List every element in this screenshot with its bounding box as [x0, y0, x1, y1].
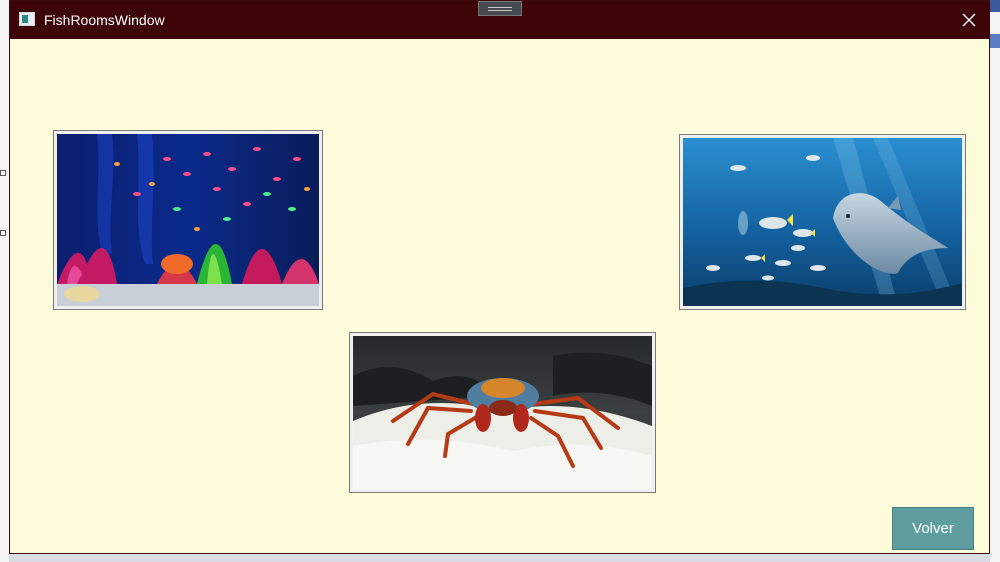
background-window-edge — [990, 34, 1000, 48]
window-app-icon — [19, 12, 35, 26]
room-ocean-image[interactable] — [679, 134, 966, 310]
close-button[interactable] — [955, 6, 983, 34]
crab-image — [353, 336, 652, 489]
aquarium-image — [57, 134, 319, 306]
background-window-edge — [990, 0, 1000, 12]
desktop-marker — [0, 170, 6, 176]
window-title: FishRoomsWindow — [44, 12, 165, 28]
fish-rooms-window: FishRoomsWindow Volver — [9, 0, 990, 554]
desktop-marker — [0, 230, 6, 236]
dolphin-image — [683, 138, 962, 306]
room-crab-image[interactable] — [349, 332, 656, 493]
room-aquarium-image[interactable] — [53, 130, 323, 310]
desktop-background-right — [990, 0, 1000, 562]
volver-button[interactable]: Volver — [892, 507, 974, 550]
drag-handle-icon[interactable] — [478, 1, 522, 16]
title-bar[interactable]: FishRoomsWindow — [10, 1, 989, 39]
desktop-background-left — [0, 0, 9, 562]
close-icon — [962, 13, 976, 27]
